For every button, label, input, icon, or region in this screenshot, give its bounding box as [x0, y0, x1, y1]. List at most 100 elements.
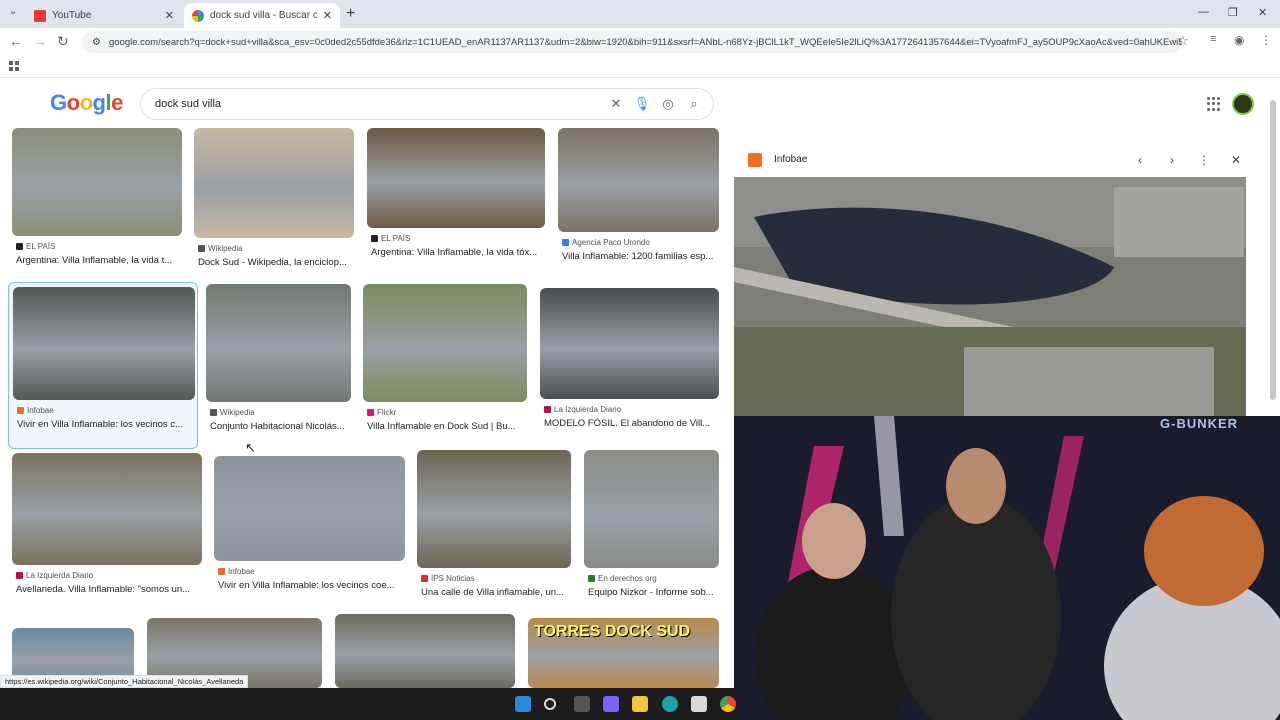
result-caption[interactable]: Conjunto Habitacional Nicolás... [210, 421, 352, 432]
task-view-icon[interactable] [574, 696, 590, 712]
lens-icon[interactable]: ◎ [655, 96, 681, 112]
clear-icon[interactable]: ✕ [603, 96, 629, 112]
search-icon[interactable] [544, 698, 556, 710]
result-thumbnail[interactable] [335, 614, 515, 688]
result-thumbnail[interactable] [540, 288, 719, 399]
reload-icon[interactable]: ↻ [57, 33, 69, 50]
result-thumbnail[interactable] [558, 128, 719, 232]
extensions-icon[interactable]: ≡ [1210, 33, 1216, 45]
microphone-icon[interactable]: 🎙 [629, 96, 655, 112]
result-caption[interactable]: Villa Inflamable: 1200 familias esp... [562, 251, 715, 262]
page-scrollbar[interactable] [1270, 100, 1276, 400]
address-bar[interactable]: ⚙ google.com/search?q=dock+sud+villa&sca… [82, 31, 1182, 53]
search-input[interactable]: dock sud villa [155, 98, 603, 110]
result-thumbnail[interactable] [417, 450, 571, 568]
image-result-card[interactable] [335, 614, 515, 688]
tab-youtube[interactable]: YouTube ✕ [26, 3, 182, 28]
result-caption[interactable]: Avellaneda. Villa Inflamable: "somos un.… [16, 584, 198, 595]
back-icon[interactable]: ← [9, 33, 23, 49]
result-caption[interactable]: Vivir en Villa Inflamable: los vecinos c… [218, 580, 401, 591]
result-caption[interactable]: Argentina: Villa Inflamable, la vida tóx… [371, 247, 541, 258]
result-thumbnail[interactable] [13, 287, 195, 400]
image-result-card[interactable]: Agencia Paco Urondo Villa Inflamable: 120… [558, 128, 719, 278]
result-source[interactable]: Agencia Paco Urondo [562, 238, 650, 247]
result-source[interactable]: Wikipedia [198, 244, 243, 253]
result-source[interactable]: Flickr [367, 408, 396, 417]
result-thumbnail[interactable] [206, 284, 351, 402]
image-result-card[interactable]: En derechos.org Equipo Nizkor - Informe s… [584, 450, 730, 614]
avatar[interactable] [1232, 93, 1254, 115]
result-thumbnail[interactable] [584, 450, 719, 568]
result-thumbnail[interactable] [12, 453, 202, 565]
result-caption[interactable]: Villa Inflamable en Dock Sud | Bu... [367, 421, 523, 432]
result-caption[interactable]: Equipo Nizkor - Informe sob... [588, 587, 730, 598]
result-caption[interactable]: Vivir en Villa Inflamable: los vecinos c… [17, 419, 191, 430]
result-thumbnail[interactable] [194, 128, 354, 238]
result-thumbnail[interactable] [367, 128, 545, 228]
image-result-card[interactable]: EL PAÍS Argentina: Villa Inflamable, la v… [367, 128, 545, 274]
result-source[interactable]: IPS Noticias [421, 574, 475, 583]
result-source[interactable]: La Izquierda Diario [544, 405, 621, 414]
result-thumbnail[interactable] [12, 128, 182, 236]
image-result-card[interactable]: TORRES DOCK SUD [528, 618, 719, 688]
edge-icon[interactable] [662, 696, 678, 712]
profile-icon[interactable]: ◉ [1234, 33, 1244, 47]
result-thumbnail[interactable] [214, 456, 405, 561]
result-source[interactable]: Infobae [218, 567, 255, 576]
windows-start-icon[interactable] [515, 696, 531, 712]
webcam-overlay [734, 416, 1280, 720]
image-result-card[interactable]: Infobae Vivir en Villa Inflamable: los ve… [214, 456, 405, 607]
image-result-card[interactable]: La Izquierda Diario MODELO FÓSIL. El aban… [540, 288, 719, 445]
site-info-icon[interactable]: ⚙ [92, 37, 101, 48]
image-result-card[interactable]: Wikipedia Conjunto Habitacional Nicolás..… [206, 284, 356, 448]
app-icon[interactable] [603, 696, 619, 712]
google-logo[interactable]: Google [50, 90, 123, 116]
search-icon[interactable]: ⌕ [681, 96, 707, 112]
search-box[interactable]: dock sud villa ✕ 🎙 ◎ ⌕ [140, 88, 714, 120]
preview-source[interactable]: Infobae [774, 154, 1124, 165]
result-source[interactable]: Wikipedia [210, 408, 255, 417]
next-icon[interactable]: › [1156, 153, 1188, 167]
source-favicon-icon [16, 243, 23, 250]
close-icon[interactable]: ✕ [323, 9, 332, 22]
tab-search-menu-icon[interactable]: ⌄ [9, 6, 17, 17]
result-source[interactable]: EL PAÍS [16, 242, 55, 251]
minimize-icon[interactable]: — [1198, 6, 1209, 18]
new-tab-icon[interactable]: + [346, 5, 355, 23]
restore-icon[interactable]: ❐ [1228, 6, 1238, 19]
result-caption[interactable]: Argentina: Villa Inflamable, la vida t..… [16, 255, 178, 266]
result-caption[interactable]: MODELO FÓSIL. El abandono de Vill... [544, 418, 715, 429]
close-preview-icon[interactable]: ✕ [1220, 153, 1252, 167]
result-thumbnail[interactable] [363, 284, 527, 402]
google-apps-icon[interactable] [1207, 97, 1221, 111]
file-explorer-icon[interactable] [632, 696, 648, 712]
preview-image[interactable] [734, 177, 1246, 416]
tab-google-search[interactable]: dock sud villa - Buscar con Goo ✕ [184, 3, 340, 28]
result-caption[interactable]: Dock Sud - Wikipedia, la enciclop... [198, 257, 350, 268]
image-result-card[interactable]: EL PAÍS Argentina: Villa Inflamable, la v… [12, 128, 182, 282]
image-result-card[interactable]: La Izquierda Diario Avellaneda. Villa Inf… [12, 453, 202, 611]
previous-icon[interactable]: ‹ [1124, 153, 1156, 167]
more-options-icon[interactable]: ⋮ [1188, 153, 1220, 167]
image-result-card[interactable]: Flickr Villa Inflamable en Dock Sud | Bu.… [363, 284, 527, 448]
result-source[interactable]: En derechos.org [588, 574, 657, 583]
google-header: Google dock sud villa ✕ 🎙 ◎ ⌕ [0, 80, 1280, 128]
close-icon[interactable]: ✕ [165, 9, 174, 22]
overlay-label: G-BUNKER [1160, 416, 1239, 431]
result-caption[interactable]: Una calle de Villa inflamable, un... [421, 587, 567, 598]
result-source[interactable]: La Izquierda Diario [16, 571, 93, 580]
image-result-card[interactable]: Infobae Vivir en Villa Inflamable: los ve… [8, 282, 198, 449]
bookmark-star-icon[interactable]: ☆ [1177, 33, 1189, 49]
window-close-icon[interactable]: ✕ [1258, 6, 1267, 19]
result-source[interactable]: EL PAÍS [371, 234, 410, 243]
source-name: La Izquierda Diario [26, 571, 94, 580]
apps-icon[interactable] [9, 61, 19, 71]
youtube-icon [34, 9, 46, 22]
forward-icon[interactable]: → [33, 33, 47, 49]
result-source[interactable]: Infobae [17, 406, 54, 415]
image-result-card[interactable]: Wikipedia Dock Sud - Wikipedia, la encicl… [194, 128, 354, 284]
image-result-card[interactable]: IPS Noticias Una calle de Villa inflamabl… [417, 450, 571, 614]
store-icon[interactable] [691, 696, 707, 712]
menu-dots-icon[interactable]: ⋮ [1260, 33, 1272, 47]
chrome-icon[interactable] [720, 696, 736, 712]
